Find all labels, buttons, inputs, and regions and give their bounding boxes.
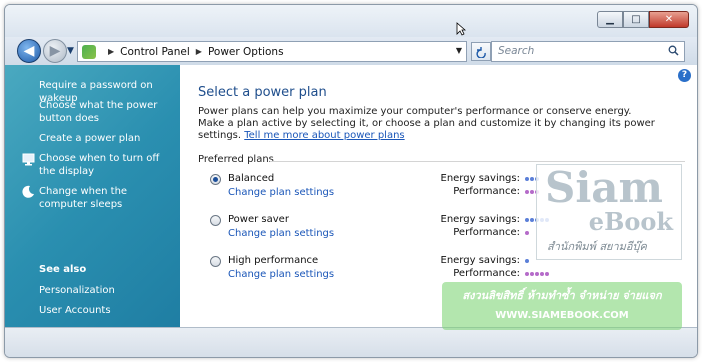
breadcrumb-control-panel[interactable]: Control Panel <box>120 46 190 58</box>
rating-dot <box>530 177 534 181</box>
change-plan-settings-link[interactable]: Change plan settings <box>228 187 334 198</box>
more-info-link[interactable]: Tell me more about power plans <box>244 130 404 141</box>
watermark-slogan: สงวนลิขสิทธิ์ ห้ามทำซ้ำ จำหน่าย จ่ายแจก <box>462 289 662 302</box>
watermark-brand-top: Siam <box>545 163 663 212</box>
status-bar <box>5 327 697 357</box>
group-divider <box>270 161 685 162</box>
back-button[interactable]: ◀ <box>17 39 41 63</box>
energy-rating-label: Energy savings: <box>440 255 521 266</box>
rating-dot <box>540 272 544 276</box>
address-dropdown-icon[interactable]: ▼ <box>456 46 462 55</box>
see-also-heading: See also <box>39 264 87 275</box>
sidebar-item-power-button[interactable]: Choose what the power button does <box>39 99 177 125</box>
rating-dot <box>525 190 529 194</box>
plan-name[interactable]: Power saver <box>228 214 289 225</box>
refresh-icon <box>476 46 486 58</box>
sidebar-item-computer-sleeps[interactable]: Change when the computer sleeps <box>39 185 177 211</box>
sidebar-item-create-plan[interactable]: Create a power plan <box>39 132 177 145</box>
moon-icon <box>22 185 34 198</box>
energy-rating-label: Energy savings: <box>440 173 521 184</box>
rating-dot <box>530 272 534 276</box>
performance-rating-label: Performance: <box>453 186 520 197</box>
watermark-brand-bottom: eBook <box>588 207 673 236</box>
rating-dot <box>525 272 529 276</box>
performance-rating-dots <box>525 268 549 276</box>
performance-rating-dots <box>525 227 529 235</box>
breadcrumb-power-options[interactable]: Power Options <box>208 46 284 58</box>
help-icon[interactable]: ? <box>678 69 691 82</box>
rating-dot <box>530 218 534 222</box>
chevron-right-icon[interactable]: ▶ <box>108 47 114 56</box>
performance-rating-label: Performance: <box>453 268 520 279</box>
watermark-banner: สงวนลิขสิทธิ์ ห้ามทำซ้ำ จำหน่าย จ่ายแจก … <box>442 282 682 330</box>
chevron-right-icon[interactable]: ▶ <box>196 47 202 56</box>
window-controls: ▁ □ ✕ <box>597 11 689 28</box>
forward-button[interactable]: ▶ <box>43 39 67 63</box>
navigation-bar: ◀ ▶ ▼ ▶ Control Panel ▶ Power Options ▼ … <box>5 37 697 65</box>
maximize-button[interactable]: □ <box>623 11 649 28</box>
energy-rating-dots <box>525 255 529 263</box>
plan-radio-power-saver[interactable] <box>210 215 221 226</box>
plan-name[interactable]: Balanced <box>228 173 274 184</box>
address-bar[interactable]: ▶ Control Panel ▶ Power Options ▼ <box>77 41 467 62</box>
search-input[interactable]: Search <box>491 41 685 62</box>
close-button[interactable]: ✕ <box>649 11 689 28</box>
page-title: Select a power plan <box>198 85 327 100</box>
rating-dot <box>525 259 529 263</box>
rating-dot <box>525 218 529 222</box>
rating-dot <box>530 190 534 194</box>
see-also-user-accounts[interactable]: User Accounts <box>39 304 177 317</box>
plan-radio-high-performance[interactable] <box>210 256 221 267</box>
search-icon[interactable] <box>668 45 679 56</box>
preferred-plans-label: Preferred plans <box>198 154 274 165</box>
rating-dot <box>535 272 539 276</box>
search-placeholder: Search <box>498 45 535 57</box>
refresh-button[interactable] <box>471 42 491 61</box>
plan-radio-balanced[interactable] <box>210 174 221 185</box>
intro-text: Power plans can help you maximize your c… <box>198 106 658 142</box>
rating-dot <box>525 177 529 181</box>
energy-rating-label: Energy savings: <box>440 214 521 225</box>
rating-dot <box>525 231 529 235</box>
performance-rating-label: Performance: <box>453 227 520 238</box>
watermark-logo: Siam eBook สำนักพิมพ์ สยามอีบุ๊ค <box>536 163 682 260</box>
change-plan-settings-link[interactable]: Change plan settings <box>228 269 334 280</box>
watermark-thai-name: สำนักพิมพ์ สยามอีบุ๊ค <box>547 240 647 253</box>
control-panel-icon <box>82 44 96 59</box>
rating-dot <box>545 272 549 276</box>
watermark-url: WWW.SIAMEBOOK.COM <box>495 310 629 321</box>
change-plan-settings-link[interactable]: Change plan settings <box>228 228 334 239</box>
monitor-icon <box>22 153 35 166</box>
sidebar-item-turn-off-display[interactable]: Choose when to turn off the display <box>39 152 177 178</box>
task-pane: Require a password on wakeup Choose what… <box>5 65 180 327</box>
recent-pages-dropdown[interactable]: ▼ <box>67 46 74 56</box>
minimize-button[interactable]: ▁ <box>597 11 623 28</box>
mouse-cursor-icon <box>456 22 466 36</box>
title-bar: ▁ □ ✕ <box>5 5 697 39</box>
plan-name[interactable]: High performance <box>228 255 318 266</box>
see-also-personalization[interactable]: Personalization <box>39 284 177 297</box>
